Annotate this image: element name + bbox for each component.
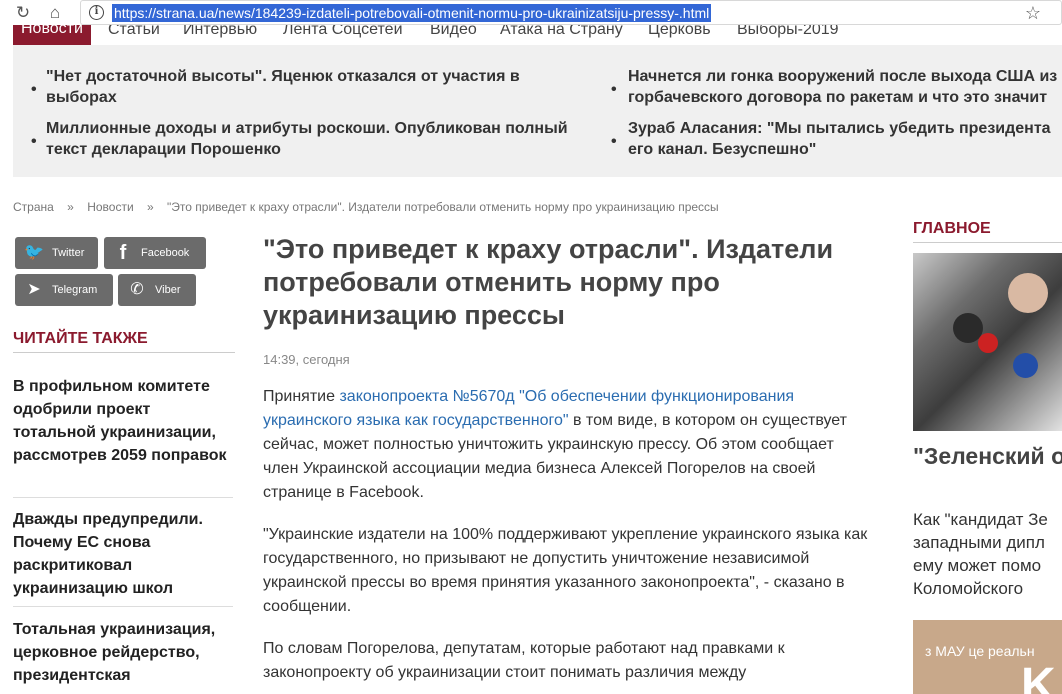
nav-interviews[interactable]: Интервью xyxy=(183,25,257,39)
facebook-share-button[interactable]: f Facebook xyxy=(104,237,206,269)
read-also-item[interactable]: В профильном комитете одобрили проект то… xyxy=(13,375,235,467)
nav-attack[interactable]: Атака на Страну xyxy=(500,25,623,39)
main-news-lead: Как "кандидат Зе западными дипл ему може… xyxy=(913,510,1048,598)
advertisement-banner[interactable]: з МАУ це реальн K xyxy=(913,620,1062,694)
breadcrumb-current: "Это приведет к краху отрасли". Издатели… xyxy=(167,200,719,214)
twitter-share-button[interactable]: 🐦 Twitter xyxy=(15,237,98,269)
twitter-icon: 🐦 xyxy=(24,244,44,261)
article-time: 14:39, сегодня xyxy=(263,352,350,367)
read-also-item[interactable]: Тотальная украинизация, церковное рейдер… xyxy=(13,618,235,687)
url-text[interactable]: https://strana.ua/news/184239-izdateli-p… xyxy=(112,4,712,22)
breadcrumb-news[interactable]: Новости xyxy=(87,200,133,214)
main-news-photo[interactable] xyxy=(913,253,1062,431)
home-icon[interactable]: ⌂ xyxy=(44,2,66,24)
breadcrumb-home[interactable]: Страна xyxy=(13,200,54,214)
bullet-icon: • xyxy=(31,133,37,150)
reload-icon[interactable]: ↻ xyxy=(12,2,34,24)
top-news-item[interactable]: "Нет достаточной высоты". Яценюк отказал… xyxy=(46,66,566,108)
telegram-share-button[interactable]: ➤ Telegram xyxy=(15,274,113,306)
top-news-item[interactable]: Начнется ли гонка вооружений после выход… xyxy=(628,66,1062,108)
breadcrumb: Страна » Новости » "Это приведет к краху… xyxy=(13,200,729,214)
viber-share-button[interactable]: ✆ Viber xyxy=(118,274,196,306)
top-news-item[interactable]: Зураб Аласания: "Мы пытались убедить пре… xyxy=(628,118,1062,160)
photo-face xyxy=(1008,273,1048,313)
bullet-icon: • xyxy=(611,81,617,98)
browser-toolbar: ↻ ⌂ i https://strana.ua/news/184239-izda… xyxy=(0,0,1062,25)
divider xyxy=(913,242,1062,243)
article-paragraph: "Украинские издатели на 100% поддерживаю… xyxy=(263,526,868,615)
ad-text: з МАУ це реальн xyxy=(925,643,1035,659)
main-block-title: ГЛАВНОЕ xyxy=(913,220,991,237)
divider xyxy=(13,352,235,353)
bookmark-star-icon[interactable]: ☆ xyxy=(1025,2,1041,24)
bullet-icon: • xyxy=(611,133,617,150)
read-also-title: ЧИТАЙТЕ ТАКЖЕ xyxy=(13,330,148,347)
nav-elections[interactable]: Выборы-2019 xyxy=(737,25,839,39)
viber-icon: ✆ xyxy=(130,281,144,298)
nav-church[interactable]: Церковь xyxy=(648,25,711,39)
top-news-band: • "Нет достаточной высоты". Яценюк отказ… xyxy=(13,45,1062,177)
article-headline: "Это приведет к краху отрасли". Издатели… xyxy=(263,234,834,330)
top-news-item[interactable]: Миллионные доходы и атрибуты роскоши. Оп… xyxy=(46,118,606,160)
divider xyxy=(13,497,233,498)
photo-microphone xyxy=(1013,353,1038,378)
nav-video[interactable]: Видео xyxy=(430,25,477,39)
site-nav: Новости Статьи Интервью Лента Соцсетей В… xyxy=(13,25,1062,45)
facebook-icon: f xyxy=(119,242,127,264)
breadcrumb-separator: » xyxy=(67,200,74,214)
read-also-item[interactable]: Дважды предупредили. Почему ЕС снова рас… xyxy=(13,508,235,600)
photo-microphone xyxy=(978,333,998,353)
bullet-icon: • xyxy=(31,81,37,98)
article-paragraph: По словам Погорелова, депутатам, которые… xyxy=(263,640,785,681)
nav-social-feed[interactable]: Лента Соцсетей xyxy=(283,25,403,39)
divider xyxy=(13,606,233,607)
nav-news[interactable]: Новости xyxy=(13,25,91,45)
breadcrumb-separator: » xyxy=(146,200,154,214)
nav-articles[interactable]: Статьи xyxy=(108,25,160,39)
ad-logo-letter: K xyxy=(1021,659,1056,694)
address-bar[interactable]: i https://strana.ua/news/184239-izdateli… xyxy=(80,0,1062,25)
article-paragraph: Принятие законопроекта №5670д "Об обеспе… xyxy=(263,388,847,501)
main-news-headline[interactable]: "Зеленский о послов" xyxy=(913,442,1062,470)
info-icon[interactable]: i xyxy=(89,5,104,20)
telegram-icon: ➤ xyxy=(27,281,41,298)
